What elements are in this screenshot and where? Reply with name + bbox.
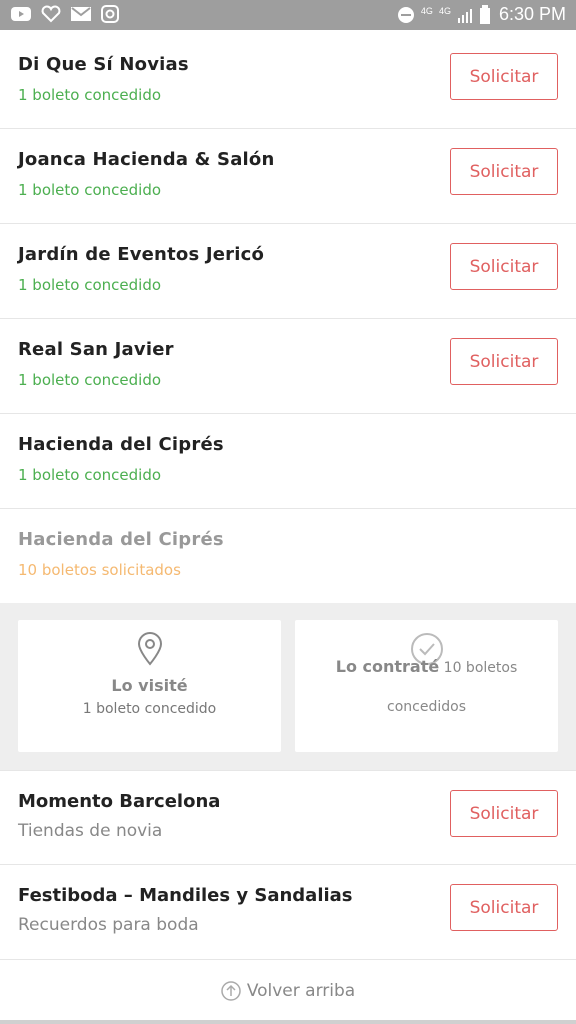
solicitar-button[interactable]: Solicitar [450, 338, 558, 385]
vendor-category: Tiendas de novia [18, 821, 163, 841]
clock: 6:30 PM [498, 4, 566, 24]
list-item[interactable]: Festiboda – Mandiles y Sandalias Recuerd… [0, 865, 576, 960]
list-item[interactable]: Momento Barcelona Tiendas de novia Solic… [0, 770, 576, 865]
list-item[interactable]: Hacienda del Ciprés 1 boleto concedido [0, 414, 576, 509]
suggested-vendor-list: Momento Barcelona Tiendas de novia Solic… [0, 770, 576, 960]
vendor-status: 10 boletos solicitados [18, 561, 181, 579]
bottom-divider [0, 1020, 576, 1024]
battery-icon [479, 4, 490, 24]
vendor-name: Joanca Hacienda & Salón [18, 149, 275, 170]
vendor-name: Festiboda – Mandiles y Sandalias [18, 885, 353, 906]
vendor-name: Real San Javier [18, 339, 174, 360]
list-item[interactable]: Joanca Hacienda & Salón 1 boleto concedi… [0, 129, 576, 224]
vendor-status: 1 boleto concedido [18, 276, 162, 294]
instagram-icon [101, 5, 119, 23]
do-not-disturb-icon [397, 6, 414, 23]
back-to-top-label: Volver arriba [246, 981, 356, 1001]
signal-icon [457, 8, 472, 23]
vendor-name: Jardín de Eventos Jericó [18, 244, 265, 265]
location-pin-icon [137, 632, 162, 666]
hired-card[interactable]: Lo contraté 10 boletos concedidos [295, 620, 558, 752]
back-to-top-link[interactable]: Volver arriba [0, 962, 576, 1020]
vendor-category: Recuerdos para boda [18, 915, 199, 935]
list-item[interactable]: Di Que Sí Novias 1 boleto concedido Soli… [0, 34, 576, 129]
visited-sub: 1 boleto concedido [82, 701, 217, 717]
vendor-status: 1 boleto concedido [18, 371, 162, 389]
vendor-status: 1 boleto concedido [18, 181, 162, 199]
solicitar-button[interactable]: Solicitar [450, 790, 558, 837]
vendor-name: Hacienda del Ciprés [18, 434, 224, 455]
vendor-name: Di Que Sí Novias [18, 54, 189, 75]
gmail-icon [71, 7, 91, 21]
hired-sub-a: 10 boletos [443, 660, 518, 676]
status-bar: 4G 4G 6:30 PM [0, 0, 576, 30]
network-label-2: 4G [438, 5, 451, 16]
solicitar-button[interactable]: Solicitar [450, 148, 558, 195]
hired-title: Lo contraté [335, 657, 440, 676]
youtube-icon [11, 7, 31, 21]
hired-sub-b: concedidos [387, 699, 466, 715]
network-label-1: 4G [420, 5, 433, 16]
list-item-expanded[interactable]: Hacienda del Ciprés 10 boletos solicitad… [0, 509, 576, 604]
arrow-up-circle-icon [221, 981, 241, 1001]
vendor-status: 1 boleto concedido [18, 466, 162, 484]
list-item[interactable]: Jardín de Eventos Jericó 1 boleto conced… [0, 224, 576, 319]
list-item[interactable]: Real San Javier 1 boleto concedido Solic… [0, 319, 576, 414]
solicitar-button[interactable]: Solicitar [450, 53, 558, 100]
vendor-status: 1 boleto concedido [18, 86, 162, 104]
vendor-actions-panel: Lo visité 1 boleto concedido Lo contraté… [0, 603, 576, 770]
vendor-name: Hacienda del Ciprés [18, 529, 224, 550]
visited-title: Lo visité [111, 676, 188, 695]
heart-icon [41, 5, 61, 23]
solicitar-button[interactable]: Solicitar [450, 884, 558, 931]
vendor-list: Di Que Sí Novias 1 boleto concedido Soli… [0, 34, 576, 604]
visited-card[interactable]: Lo visité 1 boleto concedido [18, 620, 281, 752]
solicitar-button[interactable]: Solicitar [450, 243, 558, 290]
vendor-name: Momento Barcelona [18, 791, 221, 812]
